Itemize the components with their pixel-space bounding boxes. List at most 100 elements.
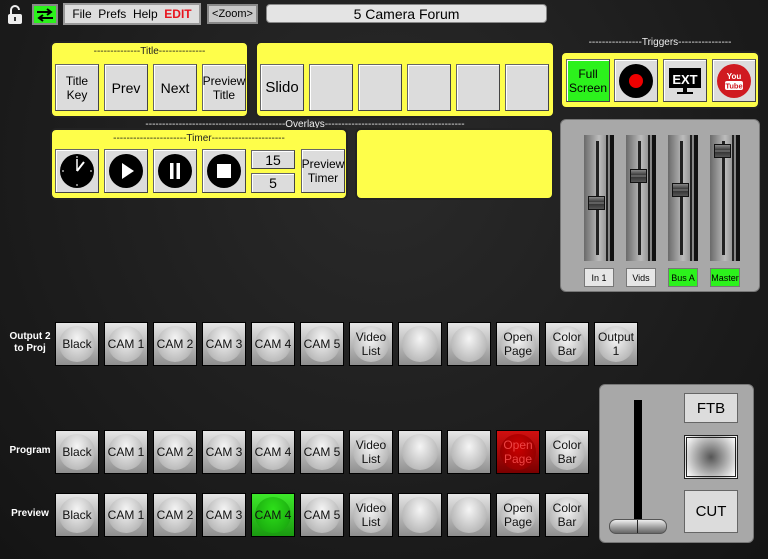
fader-slot <box>722 141 725 255</box>
row-1-source-button[interactable]: CAM 4 <box>251 430 295 474</box>
tbar-handle[interactable] <box>609 519 667 534</box>
row-1-source-button[interactable]: Video List <box>349 430 393 474</box>
external-display-button[interactable]: EXT <box>663 59 707 102</box>
unlocked-padlock-icon[interactable] <box>7 5 23 25</box>
row-0-source-button[interactable] <box>447 322 491 366</box>
title-button-0[interactable]: Title Key <box>55 64 99 111</box>
row-1-source-button[interactable]: CAM 5 <box>300 430 344 474</box>
row-2-source-button[interactable]: CAM 1 <box>104 493 148 537</box>
row-0-source-button[interactable]: Video List <box>349 322 393 366</box>
show-title-field[interactable]: 5 Camera Forum <box>266 4 547 23</box>
button-oval <box>402 497 438 533</box>
button-label: CAM 3 <box>205 337 243 351</box>
title-button-3[interactable]: Preview Title <box>202 64 246 111</box>
row-1-source-button[interactable]: Black <box>55 430 99 474</box>
triggers-header: ----------------Triggers---------------- <box>588 37 732 48</box>
row-2-source-button[interactable]: Open Page <box>496 493 540 537</box>
row-1-source-button[interactable]: Color Bar <box>545 430 589 474</box>
button-label: Color Bar <box>552 330 582 358</box>
row-0-source-button[interactable]: CAM 5 <box>300 322 344 366</box>
timer-pause-button[interactable] <box>153 149 197 193</box>
row-2-source-button[interactable]: Color Bar <box>545 493 589 537</box>
channel-1-button[interactable]: Vids <box>626 268 656 287</box>
row-2-source-button[interactable]: Black <box>55 493 99 537</box>
row-2-source-button[interactable] <box>398 493 442 537</box>
row-0-source-button[interactable]: CAM 1 <box>104 322 148 366</box>
swap-arrows-icon <box>37 7 53 22</box>
row-0-source-button[interactable]: CAM 3 <box>202 322 246 366</box>
overlay-slot-button-3[interactable] <box>407 64 451 111</box>
level-meter <box>736 135 740 261</box>
overlay-slot-button-0[interactable]: Slido <box>260 64 304 111</box>
menu-prefs[interactable]: Prefs <box>98 7 126 21</box>
title-button-1[interactable]: Prev <box>104 64 148 111</box>
menu-edit[interactable]: EDIT <box>164 7 191 21</box>
zoom-button[interactable]: <Zoom> <box>207 4 258 24</box>
ftb-button[interactable]: FTB <box>684 393 738 423</box>
row-2-source-button[interactable]: CAM 5 <box>300 493 344 537</box>
overlay-slot-button-5[interactable] <box>505 64 549 111</box>
channel-2-button[interactable]: Bus A <box>668 268 698 287</box>
row-2-source-button[interactable] <box>447 493 491 537</box>
button-label: CAM 2 <box>156 337 194 351</box>
clock-button[interactable] <box>55 149 99 193</box>
row-2-source-button[interactable]: CAM 3 <box>202 493 246 537</box>
swap-button[interactable] <box>32 4 58 25</box>
channel-0-button[interactable]: In 1 <box>584 268 614 287</box>
row-1-source-button[interactable]: CAM 3 <box>202 430 246 474</box>
row-1-source-button[interactable]: CAM 2 <box>153 430 197 474</box>
title-button-2[interactable]: Next <box>153 64 197 111</box>
fader-knob[interactable] <box>588 196 605 210</box>
overlay-slot-button-4[interactable] <box>456 64 500 111</box>
full-screen-button[interactable]: Full Screen <box>566 59 610 102</box>
timer-minutes-field[interactable]: 15 <box>251 150 295 169</box>
fader-knob[interactable] <box>714 144 731 158</box>
button-label: CAM 4 <box>254 337 292 351</box>
ext-label: EXT <box>672 72 697 87</box>
button-oval <box>451 497 487 533</box>
channel-3-button[interactable]: Master <box>710 268 740 287</box>
level-meter <box>606 135 608 261</box>
wipe-gradient-icon[interactable] <box>684 435 738 479</box>
row-0-source-button[interactable]: Color Bar <box>545 322 589 366</box>
cut-button[interactable]: CUT <box>684 490 738 533</box>
row-2-source-button[interactable]: CAM 2 <box>153 493 197 537</box>
row-1-source-button[interactable]: Open Page <box>496 430 540 474</box>
button-label: CAM 5 <box>303 337 341 351</box>
timer-stop-button[interactable] <box>202 149 246 193</box>
clock-icon <box>60 154 94 188</box>
fader-knob[interactable] <box>672 183 689 197</box>
row-0-source-button[interactable]: Open Page <box>496 322 540 366</box>
level-meter <box>610 135 614 261</box>
preview-timer-button[interactable]: Preview Timer <box>301 149 345 193</box>
row-0-source-button[interactable]: Black <box>55 322 99 366</box>
button-label: Output 1 <box>597 330 635 358</box>
fader-knob[interactable] <box>630 169 647 183</box>
record-button[interactable] <box>614 59 658 102</box>
row-2-source-button[interactable]: Video List <box>349 493 393 537</box>
row-1-source-button[interactable]: CAM 1 <box>104 430 148 474</box>
row-1-source-button[interactable] <box>398 430 442 474</box>
overlay-slot-button-2[interactable] <box>358 64 402 111</box>
youtube-icon: YouTube <box>717 63 751 98</box>
menu-help[interactable]: Help <box>133 7 158 21</box>
row-2-source-button[interactable]: CAM 4 <box>251 493 295 537</box>
button-label: CAM 2 <box>156 445 194 459</box>
row-0-source-button[interactable] <box>398 322 442 366</box>
youtube-button[interactable]: You Tube <box>712 59 756 102</box>
fader-1 <box>626 135 656 261</box>
row-1-source-button[interactable] <box>447 430 491 474</box>
button-label: Video List <box>355 501 387 529</box>
button-label: Open Page <box>503 501 533 529</box>
menu-file[interactable]: File <box>72 7 91 21</box>
overlay-slot-button-1[interactable] <box>309 64 353 111</box>
level-meter <box>732 135 734 261</box>
row-0-source-button[interactable]: CAM 2 <box>153 322 197 366</box>
timer-seconds-field[interactable]: 5 <box>251 173 295 193</box>
button-label: CAM 1 <box>107 337 145 351</box>
row-0-source-button[interactable]: Output 1 <box>594 322 638 366</box>
button-oval <box>402 434 438 470</box>
timer-play-button[interactable] <box>104 149 148 193</box>
button-oval <box>451 434 487 470</box>
row-0-source-button[interactable]: CAM 4 <box>251 322 295 366</box>
